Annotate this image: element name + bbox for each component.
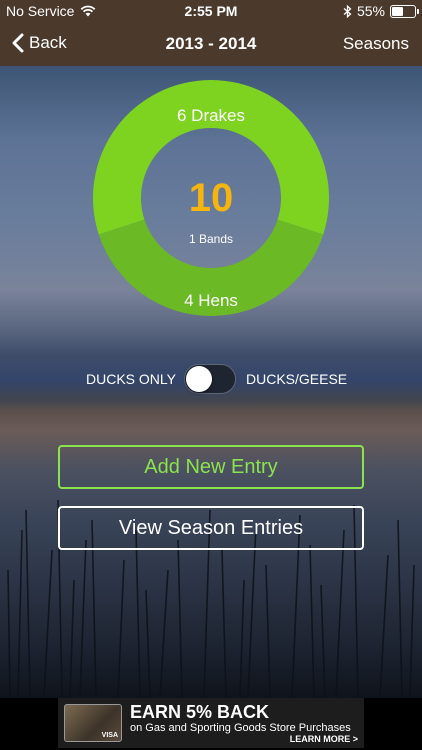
ducks-geese-toggle[interactable] [184,364,236,394]
reeds-silhouette [7,499,415,698]
total-count: 10 [188,176,234,220]
battery-percent: 55% [356,3,385,19]
status-bar: No Service 2:55 PM 55% [0,0,422,22]
bluetooth-icon [343,4,352,18]
navigation-bar: Back 2013 - 2014 Seasons [0,22,422,66]
species-filter: DUCKS ONLY DUCKS/GEESE [0,362,422,396]
toggle-knob [186,366,212,392]
seasons-button[interactable]: Seasons [343,34,409,54]
ad-link[interactable]: VISA EARN 5% BACK on Gas and Sporting Go… [58,698,364,748]
battery-icon [390,4,419,18]
view-season-entries-button[interactable]: View Season Entries [58,506,364,550]
drakes-count-label: 6 Drakes [176,106,246,125]
ad-subtitle: on Gas and Sporting Goods Store Purchase… [130,722,351,734]
card-brand: VISA [101,732,118,739]
ad-banner: VISA EARN 5% BACK on Gas and Sporting Go… [0,698,422,750]
ad-title: EARN 5% BACK [130,702,270,722]
ducks-geese-label: DUCKS/GEESE [246,371,348,387]
ducks-only-label: DUCKS ONLY [86,371,176,387]
learn-more-link[interactable]: LEARN MORE > [290,734,358,744]
credit-card-image: VISA [64,704,122,742]
hens-count-label: 4 Hens [184,291,238,310]
battery-level [392,6,403,16]
add-new-entry-button[interactable]: Add New Entry [58,445,364,489]
bands-count-label: 1 Bands [188,232,234,246]
